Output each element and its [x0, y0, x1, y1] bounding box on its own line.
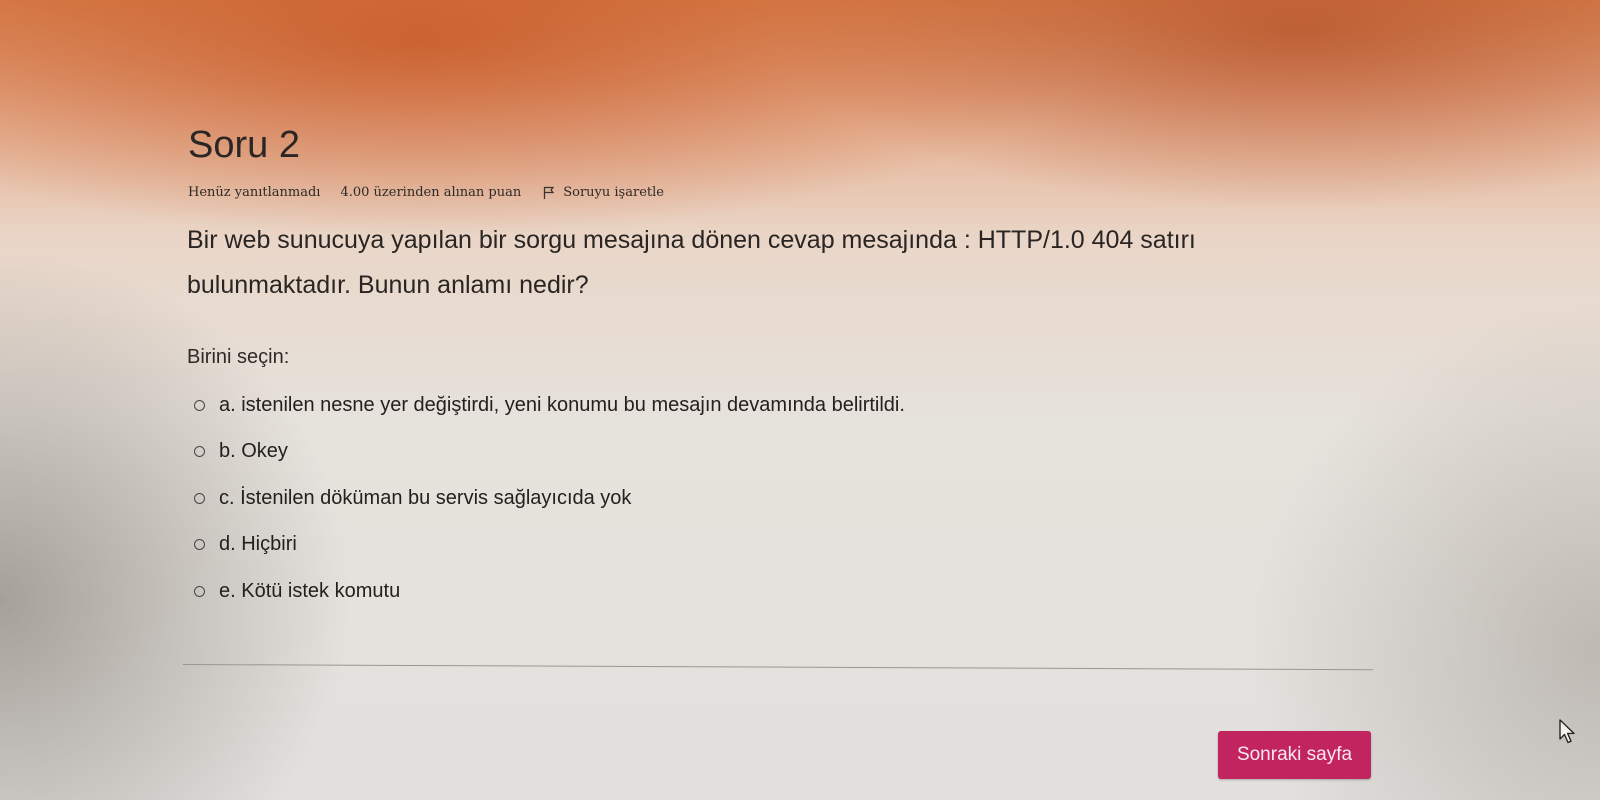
question-state: Henüz yanıtlanmadı: [188, 185, 321, 200]
answer-label: b. Okey: [219, 440, 288, 463]
answer-option-e[interactable]: e. Kötü istek komutu: [194, 568, 905, 615]
question-grade: 4.00 üzerinden alınan puan: [340, 185, 522, 200]
radio-icon[interactable]: [194, 492, 205, 504]
next-page-button[interactable]: Sonraki sayfa: [1218, 731, 1371, 779]
mouse-pointer-icon: [1559, 719, 1575, 744]
radio-icon[interactable]: [194, 446, 205, 458]
answer-option-a[interactable]: a. istenilen nesne yer değiştirdi, yeni …: [194, 382, 905, 429]
answer-label: d. Hiçbiri: [219, 533, 297, 556]
radio-icon[interactable]: [194, 539, 205, 551]
answer-label: c. İstenilen döküman bu servis sağlayıcı…: [219, 486, 632, 509]
radio-icon[interactable]: [194, 585, 205, 597]
quiz-page: Soru 2 Henüz yanıtlanmadı 4.00 üzerinden…: [0, 0, 1600, 800]
flag-question-link[interactable]: Soruyu işaretle: [543, 185, 664, 200]
section-divider: [182, 664, 1373, 671]
answer-label: a. istenilen nesne yer değiştirdi, yeni …: [219, 393, 905, 416]
answer-option-c[interactable]: c. İstenilen döküman bu servis sağlayıcı…: [194, 475, 905, 522]
answer-option-b[interactable]: b. Okey: [194, 429, 905, 476]
question-info: Henüz yanıtlanmadı 4.00 üzerinden alınan…: [188, 185, 664, 200]
answer-prompt: Birini seçin:: [187, 346, 290, 368]
question-text: Bir web sunucuya yapılan bir sorgu mesaj…: [187, 226, 1196, 299]
answer-option-d[interactable]: d. Hiçbiri: [194, 522, 905, 569]
answer-list: a. istenilen nesne yer değiştirdi, yeni …: [194, 382, 905, 615]
radio-icon[interactable]: [194, 399, 205, 411]
flag-icon: [544, 186, 555, 199]
answer-label: e. Kötü istek komutu: [219, 579, 401, 602]
question-title: Soru 2: [188, 124, 300, 166]
flag-label: Soruyu işaretle: [563, 185, 664, 200]
